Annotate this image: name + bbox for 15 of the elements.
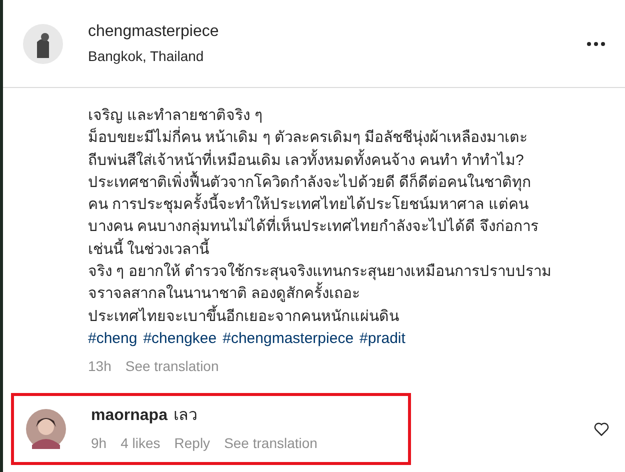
username[interactable]: chengmasterpiece <box>88 20 219 42</box>
hashtag-link[interactable]: #chengmasterpiece <box>222 328 354 350</box>
avatar-icon[interactable] <box>26 409 66 450</box>
hashtag-link[interactable]: #cheng <box>88 328 138 350</box>
more-options-icon[interactable] <box>587 42 605 46</box>
comment-username[interactable]: maornapa <box>91 404 168 427</box>
caption-text: เจริญ และทำลายชาติจริง ๆ ม็อบขยะมีไม่กี่คน หน้าเดิม ๆ ตัวละครเดิมๆ มีอลัชชีนุ่งผ้าเหลืองมาเตะ ถีบพ่นสีใส่เจ้าหน้าที่เหมือนเดิม เลวทั้งหมดทั้งคนจ้าง คนทำ ทำทำไม? ประเทศชาติเพิ่งฟื้นตัวจากโควิดกำลังจะไปด้วยดี ดีก็ดีต่อคนในชาติทุก คน การประชุมครั้งนี้จะทำให้ประเทศไทยได้ประโยชน์มหาศาล แต่คน บางคน คนบางกลุ่มทนไม่ได้ที่เห็นประเทศไทยกำลังจะไปได้ดี จึงก่อการ เช่นนี้ ในช่วงเวลานี้ จริง ๆ อยากให้ ตำรวจใช้กระสุนจริงแทนกระสุนยางเหมือนการปราบปราม จราจลสากลในนานาชาติ ลองดูสักครั้งเถอะ ประเทศไทยจะเบาขึ้นอีกเยอะจากคนหนักแผ่นดิน <box>88 106 553 327</box>
post-time: 13h <box>88 357 112 376</box>
hashtag-link[interactable]: #pradit <box>360 328 406 350</box>
location[interactable]: Bangkok, Thailand <box>88 44 219 66</box>
comment-time: 9h <box>91 434 107 453</box>
hashtag-link[interactable]: #chengkee <box>143 328 217 350</box>
like-heart-icon[interactable] <box>594 422 609 436</box>
comment-text: เลว <box>173 406 198 426</box>
avatar-icon[interactable] <box>23 24 63 64</box>
